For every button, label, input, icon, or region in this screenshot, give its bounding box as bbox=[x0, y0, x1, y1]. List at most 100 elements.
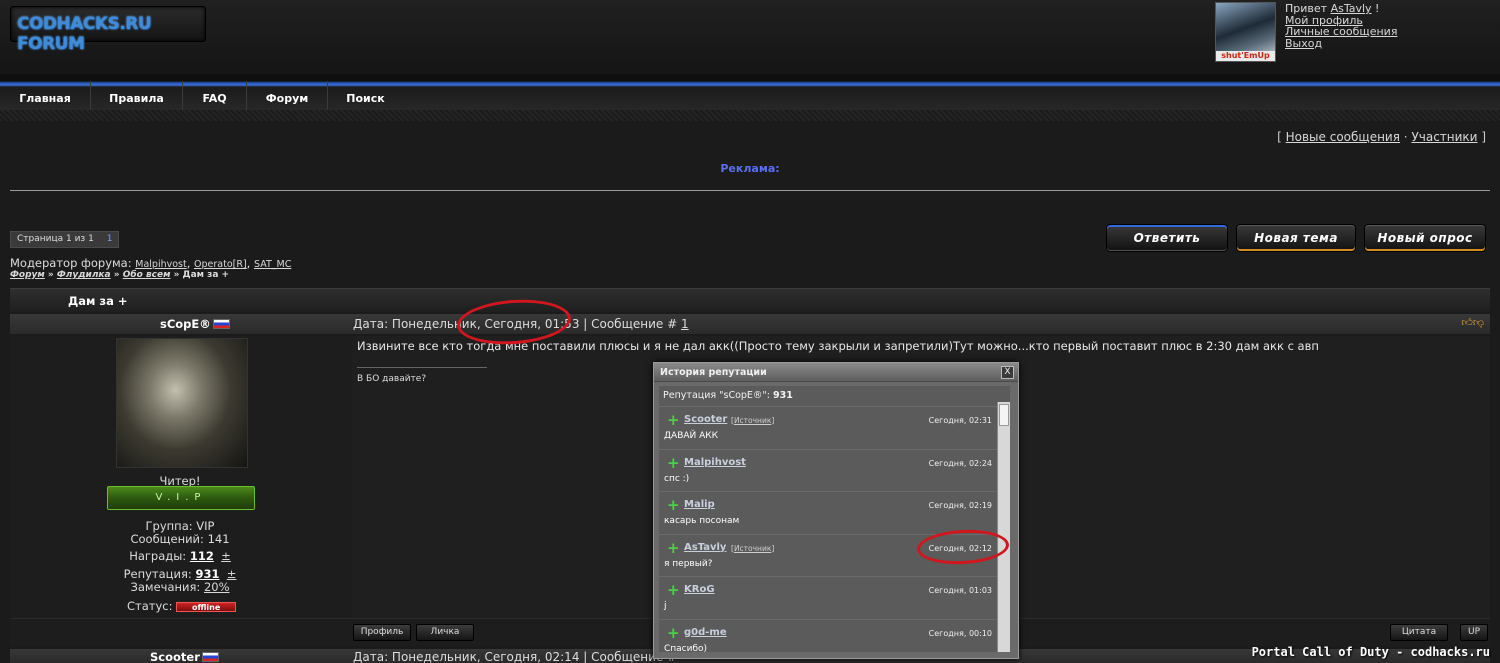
rep-user-link[interactable]: KRoG bbox=[684, 584, 715, 595]
avatar-caption: shut'EmUp bbox=[1216, 51, 1275, 61]
status-badge: offline bbox=[176, 602, 237, 612]
awards-link[interactable]: 112 bbox=[190, 549, 214, 563]
rep-time: Сегодня, 02:24 bbox=[928, 458, 992, 468]
user-avatar[interactable]: shut'EmUp bbox=[1215, 2, 1276, 62]
user-group: Группа: VIP bbox=[145, 519, 215, 533]
profile-button[interactable]: Профиль bbox=[353, 624, 411, 641]
scrollbar-thumb[interactable] bbox=[999, 404, 1009, 426]
rep-user-link[interactable]: g0d-me bbox=[684, 627, 727, 638]
reputation-panel: Репутация "sCopE®": 931 + Scooter [Источ… bbox=[659, 386, 1010, 652]
user-awards: Награды: 112 ± bbox=[129, 549, 231, 563]
post-user-info: Читер! V.I.P Группа: VIP Сообщений: 141 … bbox=[10, 336, 350, 618]
signature-divider bbox=[357, 367, 487, 368]
reputation-link[interactable]: 931 bbox=[195, 567, 219, 581]
thumbs-down-icon[interactable]: 👎︎ bbox=[1473, 316, 1484, 329]
list-item: + Malip Сегодня, 02:19 касарь посонам bbox=[659, 491, 997, 534]
reputation-history-popup: История репутации X Репутация "sCopE®": … bbox=[653, 362, 1019, 659]
nav-divider bbox=[0, 110, 1500, 121]
breadcrumb-current: Дам за + bbox=[182, 270, 230, 280]
quote-button[interactable]: Цитата bbox=[1390, 624, 1448, 641]
close-icon[interactable]: X bbox=[1001, 366, 1014, 379]
rep-user-link[interactable]: AsTavly bbox=[684, 542, 726, 553]
breadcrumb: Форум » Флудилка » Обо всем » Дам за + bbox=[10, 270, 230, 280]
user-warnings: Замечания: 20% bbox=[130, 580, 230, 594]
ads-label: Реклама: bbox=[720, 162, 780, 175]
popup-title: История репутации bbox=[660, 367, 767, 378]
reputation-list: + Scooter [Источник] Сегодня, 02:31 ДАВА… bbox=[659, 406, 997, 652]
user-messages: Сообщений: 141 bbox=[130, 532, 230, 546]
divider bbox=[10, 190, 1490, 191]
pm-button[interactable]: Личка bbox=[416, 624, 474, 641]
breadcrumb-forum[interactable]: Форум bbox=[10, 270, 45, 280]
plus-icon: + bbox=[667, 623, 680, 642]
reputation-plusminus-link[interactable]: ± bbox=[227, 567, 237, 581]
plus-icon: + bbox=[667, 411, 680, 429]
post-signature: В БО давайте? bbox=[357, 374, 427, 384]
vip-badge: V.I.P bbox=[107, 486, 255, 510]
forum-moderators: Модератор форума: Malpihvost, Operato[R]… bbox=[10, 256, 292, 270]
rep-user-link[interactable]: Malip bbox=[684, 499, 715, 510]
flag-icon bbox=[212, 319, 230, 329]
breadcrumb-flood[interactable]: Флудилка bbox=[57, 270, 111, 280]
rep-time: Сегодня, 02:19 bbox=[928, 501, 992, 510]
up-button[interactable]: UP bbox=[1460, 624, 1488, 641]
list-item: + g0d-me Сегодня, 00:10 Спасибо) bbox=[659, 618, 997, 653]
plus-icon: + bbox=[667, 453, 680, 472]
reputation-summary: Репутация "sCopE®": 931 bbox=[663, 390, 793, 401]
user-status: Статус: offline bbox=[10, 599, 350, 613]
rep-time: Сегодня, 02:31 bbox=[928, 416, 992, 425]
members-link[interactable]: Участники bbox=[1411, 130, 1477, 144]
flag-icon bbox=[201, 652, 219, 662]
rating-controls: 👍︎👎︎ bbox=[1461, 316, 1484, 329]
page-link-1[interactable]: 1 bbox=[107, 234, 113, 244]
rep-source: [Источник] bbox=[731, 416, 775, 425]
rep-comment: спс :) bbox=[664, 473, 690, 484]
list-item: + Malpihvost Сегодня, 02:24 спс :) bbox=[659, 448, 997, 492]
thread-title: Дам за + bbox=[68, 294, 128, 308]
awards-plusminus-link[interactable]: ± bbox=[221, 549, 231, 563]
plus-icon: + bbox=[667, 581, 680, 599]
new-topic-button[interactable]: Новая тема bbox=[1236, 224, 1356, 252]
post-number-link[interactable]: 1 bbox=[681, 317, 689, 331]
plus-icon: + bbox=[667, 538, 680, 557]
site-logo[interactable]: CODHACKS.RU FORUM bbox=[10, 6, 206, 54]
popup-title-bar[interactable]: История репутации X bbox=[654, 363, 1018, 382]
rep-comment: j bbox=[664, 601, 667, 611]
source-link[interactable]: Источник bbox=[734, 544, 771, 553]
author-avatar bbox=[116, 338, 248, 468]
new-poll-button[interactable]: Новый опрос bbox=[1364, 224, 1486, 252]
rep-comment: ДАВАЙ АКК bbox=[664, 431, 719, 441]
thumbs-up-icon[interactable]: 👍︎ bbox=[1461, 316, 1473, 329]
top-links: [ Новые сообщения · Участники ] bbox=[1277, 130, 1486, 144]
page-info: Страница 1 из 1 bbox=[17, 234, 94, 244]
watermark: Portal Call of Duty - codhacks.ru bbox=[1251, 645, 1490, 659]
rep-comment: я первый? bbox=[664, 558, 713, 569]
reply-button[interactable]: Ответить bbox=[1106, 224, 1228, 252]
source-link[interactable]: Источник bbox=[734, 416, 771, 425]
site-header: CODHACKS.RU FORUM shut'EmUp Привет AsTav… bbox=[0, 0, 1500, 74]
pagination: Страница 1 из 1 1 bbox=[10, 231, 120, 248]
scrollbar[interactable] bbox=[997, 402, 1010, 652]
post-date: Дата: Понедельник, Сегодня, 02:14 | Сооб… bbox=[353, 650, 678, 663]
rep-user-link[interactable]: Malpihvost bbox=[684, 457, 746, 468]
moderator-link[interactable]: Malpihvost bbox=[135, 259, 186, 270]
user-reputation: Репутация: 931 ± bbox=[123, 567, 237, 581]
warnings-link[interactable]: 20% bbox=[204, 580, 230, 594]
rep-time: Сегодня, 00:10 bbox=[928, 628, 992, 638]
post-author[interactable]: Scooter bbox=[150, 650, 219, 663]
list-item: + Scooter [Источник] Сегодня, 02:31 ДАВА… bbox=[659, 406, 997, 449]
rep-source: [Источник] bbox=[731, 543, 775, 553]
thread-header: Дам за + bbox=[10, 288, 1490, 312]
list-item: + KRoG Сегодня, 01:03 j bbox=[659, 576, 997, 619]
moderator-link[interactable]: SAT_MC bbox=[254, 259, 291, 270]
post-header: sCopE® Дата: Понедельник, Сегодня, 01:53… bbox=[10, 314, 1490, 334]
rep-comment: касарь посонам bbox=[664, 516, 740, 526]
logout-link[interactable]: Выход bbox=[1285, 37, 1322, 50]
new-posts-link[interactable]: Новые сообщения bbox=[1286, 130, 1400, 144]
post-author[interactable]: sCopE® bbox=[160, 317, 230, 331]
breadcrumb-about-all[interactable]: Обо всем bbox=[123, 270, 171, 280]
rep-comment: Спасибо) bbox=[664, 643, 708, 653]
rep-user-link[interactable]: Scooter bbox=[684, 414, 727, 425]
moderator-link[interactable]: Operato[R] bbox=[194, 259, 247, 270]
rep-time: Сегодня, 01:03 bbox=[928, 586, 992, 595]
